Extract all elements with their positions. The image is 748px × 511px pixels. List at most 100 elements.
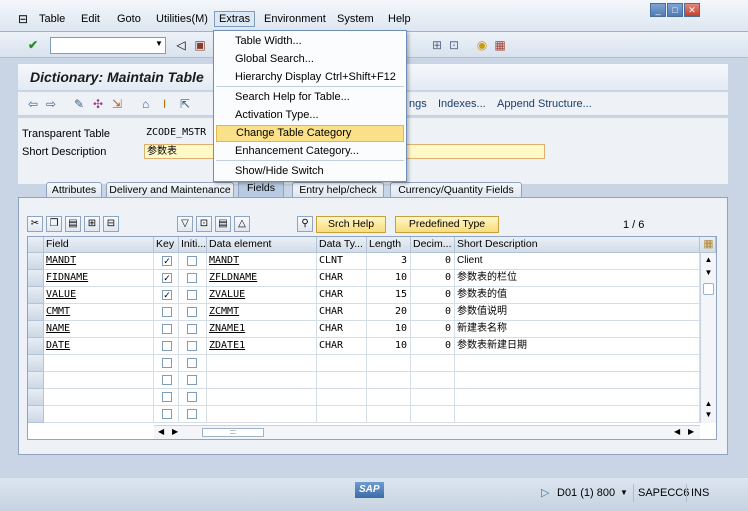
cell-decimals[interactable] (411, 406, 455, 423)
cell-short-description[interactable]: Client (455, 253, 700, 270)
cell-short-description[interactable] (455, 355, 700, 372)
key-checkbox[interactable] (162, 324, 172, 334)
initial-values-checkbox[interactable] (187, 307, 197, 317)
scroll-down-icon[interactable]: ▼ (701, 268, 716, 277)
key-checkbox[interactable] (162, 392, 172, 402)
key-checkbox[interactable]: ✓ (162, 273, 172, 283)
row-selector[interactable] (28, 372, 44, 389)
scroll-down-icon[interactable]: ▼ (701, 410, 716, 419)
cell-field[interactable] (44, 372, 154, 389)
tab-currency-quantity[interactable]: Currency/Quantity Fields (390, 182, 522, 198)
scroll-thumb-h[interactable]: ::: (202, 428, 264, 437)
object-list-icon[interactable]: ǀ (163, 97, 166, 111)
row-selector[interactable] (28, 270, 44, 287)
menu-environment[interactable]: Environment (264, 13, 326, 25)
cell-length[interactable] (367, 389, 411, 406)
cell-field[interactable] (44, 406, 154, 423)
customize-icon[interactable]: ▦ (493, 38, 507, 52)
header-field[interactable]: Field (44, 237, 154, 253)
cell-data-type[interactable]: CHAR (317, 338, 367, 355)
menu-extras[interactable]: Extras (214, 11, 256, 27)
column-config-icon[interactable]: ▦ (700, 237, 716, 253)
toolbar-link-append-structure[interactable]: Append Structure... (497, 98, 592, 110)
cell-data-element[interactable] (207, 406, 317, 423)
header-decimals[interactable]: Decim... (411, 237, 455, 253)
cell-length[interactable]: 10 (367, 338, 411, 355)
menu-system[interactable]: System (337, 13, 374, 25)
cell-decimals[interactable]: 0 (411, 304, 455, 321)
header-key[interactable]: Key (154, 237, 179, 253)
cell-field[interactable] (44, 389, 154, 406)
menu-item-change-table-category[interactable]: Change Table Category (216, 125, 404, 142)
cell-data-type[interactable]: CHAR (317, 287, 367, 304)
insert-row-icon[interactable]: ⊞ (84, 216, 100, 232)
toolbar-link-technical-settings[interactable]: ngs (409, 98, 427, 110)
cell-length[interactable] (367, 355, 411, 372)
cell-field[interactable]: FIDNAME (44, 270, 154, 287)
key-checkbox[interactable] (162, 358, 172, 368)
system-info-dropdown-icon[interactable]: ▼ (616, 484, 632, 502)
cell-length[interactable] (367, 406, 411, 423)
key-checkbox[interactable] (162, 409, 172, 419)
menu-edit[interactable]: Edit (81, 13, 100, 25)
row-selector[interactable] (28, 338, 44, 355)
paste-row-icon[interactable]: ▤ (65, 216, 81, 232)
cut-row-icon[interactable]: ✂ (27, 216, 43, 232)
menu-table[interactable]: Table (39, 13, 65, 25)
menu-item-search-help[interactable]: Search Help for Table... (216, 89, 404, 106)
check-icon[interactable]: ✣ (93, 97, 103, 111)
cell-length[interactable] (367, 372, 411, 389)
cell-decimals[interactable]: 0 (411, 338, 455, 355)
cell-data-element[interactable] (207, 372, 317, 389)
cell-length[interactable]: 20 (367, 304, 411, 321)
menu-item-activation-type[interactable]: Activation Type... (216, 107, 404, 124)
cell-data-element[interactable]: MANDT (207, 253, 317, 270)
where-used-icon[interactable]: ⌂ (142, 97, 149, 111)
cell-length[interactable]: 10 (367, 321, 411, 338)
system-info[interactable]: D01 (1) 800 (553, 484, 619, 502)
cell-decimals[interactable]: 0 (411, 321, 455, 338)
forward-arrow-icon[interactable]: ⇨ (46, 97, 56, 111)
menu-item-table-width[interactable]: Table Width... (216, 33, 404, 50)
cell-field[interactable] (44, 355, 154, 372)
cell-field[interactable]: MANDT (44, 253, 154, 270)
cell-data-type[interactable] (317, 372, 367, 389)
display-change-icon[interactable]: ✎ (74, 97, 84, 111)
initial-values-checkbox[interactable] (187, 273, 197, 283)
menu-help[interactable]: Help (388, 13, 411, 25)
predefined-type-button[interactable]: Predefined Type (395, 216, 499, 233)
initial-values-checkbox[interactable] (187, 358, 197, 368)
navigation-icon[interactable]: ⇱ (180, 97, 190, 111)
back-icon[interactable]: ◁ (174, 38, 188, 52)
cell-short-description[interactable] (455, 372, 700, 389)
cell-decimals[interactable] (411, 355, 455, 372)
header-corner[interactable] (28, 237, 44, 253)
menu-item-enhancement-category[interactable]: Enhancement Category... (216, 143, 404, 160)
cell-data-type[interactable]: CHAR (317, 270, 367, 287)
cell-short-description[interactable]: 参数表的栏位 (455, 270, 700, 287)
scroll-thumb[interactable] (703, 283, 714, 295)
cell-length[interactable]: 3 (367, 253, 411, 270)
cell-data-element[interactable]: ZNAME1 (207, 321, 317, 338)
header-short-description[interactable]: Short Description (455, 237, 700, 253)
header-initial[interactable]: Initi... (179, 237, 207, 253)
minimize-button[interactable]: _ (650, 3, 666, 17)
command-field[interactable] (50, 37, 166, 54)
cell-short-description[interactable]: 参数值说明 (455, 304, 700, 321)
cell-short-description[interactable] (455, 389, 700, 406)
scroll-right-icon[interactable]: ▶ (688, 427, 694, 436)
cell-decimals[interactable]: 0 (411, 253, 455, 270)
key-checkbox[interactable]: ✓ (162, 256, 172, 266)
cell-field[interactable]: NAME (44, 321, 154, 338)
cell-short-description[interactable]: 参数表新建日期 (455, 338, 700, 355)
toolbar-link-indexes[interactable]: Indexes... (438, 98, 486, 110)
initial-values-checkbox[interactable] (187, 256, 197, 266)
menu-utilities[interactable]: Utilities(M) (156, 13, 208, 25)
row-selector[interactable] (28, 406, 44, 423)
header-data-type[interactable]: Data Ty... (317, 237, 367, 253)
cell-data-element[interactable]: ZFLDNAME (207, 270, 317, 287)
sap-gui-menu-icon[interactable]: ⊟ (18, 12, 28, 26)
menu-item-show-hide-switch[interactable]: Show/Hide Switch (216, 163, 404, 180)
cell-short-description[interactable]: 参数表的值 (455, 287, 700, 304)
cell-data-element[interactable]: ZDATE1 (207, 338, 317, 355)
